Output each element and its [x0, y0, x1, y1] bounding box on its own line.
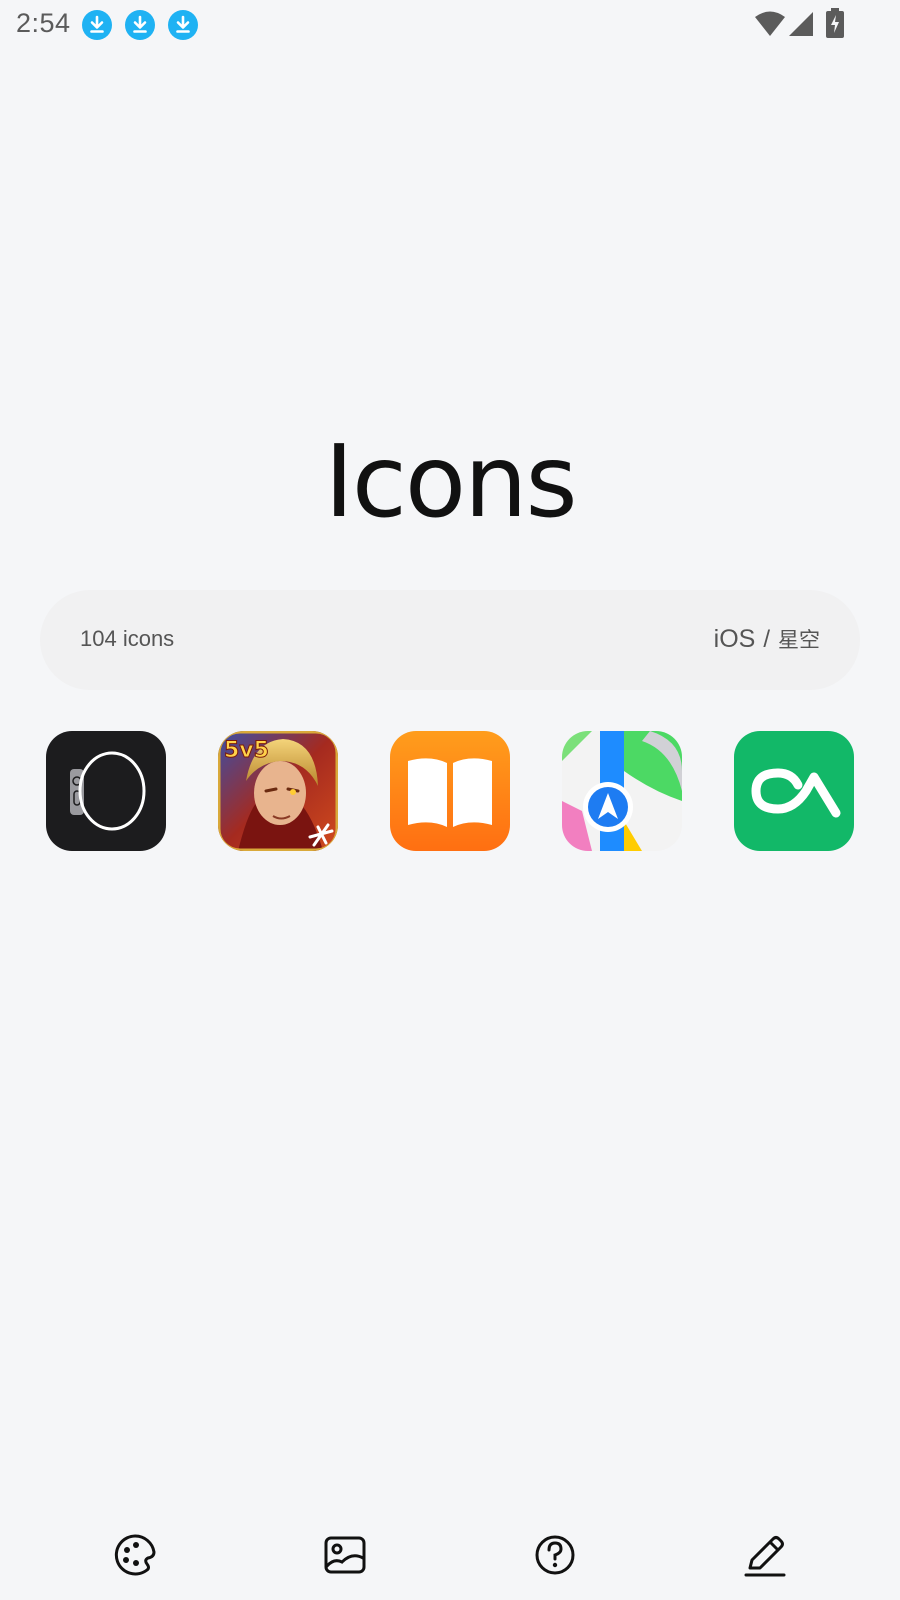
- download-icon: [168, 10, 198, 40]
- palette-button[interactable]: [110, 1530, 160, 1580]
- help-button[interactable]: [530, 1530, 580, 1580]
- watch-app-icon[interactable]: [46, 731, 166, 851]
- battery-charging-icon: [826, 8, 844, 43]
- cellular-signal-icon: [788, 10, 814, 43]
- bottom-navigation: [0, 1530, 900, 1580]
- honor-of-kings-app-icon[interactable]: 5v5: [218, 731, 338, 851]
- wallpaper-image-icon: [324, 1536, 366, 1574]
- download-icon: [82, 10, 112, 40]
- status-bar: 2:54: [0, 0, 900, 48]
- theme-info-bar[interactable]: 104 icons iOS / 星空: [40, 590, 860, 690]
- theme-platform: iOS: [713, 625, 756, 653]
- download-icon: [125, 10, 155, 40]
- maps-app-icon[interactable]: [562, 731, 682, 851]
- hok-badge-text: 5v5: [224, 738, 269, 763]
- green-ca-app-icon[interactable]: [734, 731, 854, 851]
- palette-icon: [114, 1534, 156, 1576]
- icons-wordmark: Icons: [324, 423, 577, 540]
- icons-screen: 2:54 Icons 104 icons iOS / 星空 5v5: [0, 0, 900, 1600]
- theme-label: iOS / 星空: [714, 624, 820, 654]
- help-question-icon: [535, 1535, 575, 1575]
- edit-button[interactable]: [740, 1530, 790, 1580]
- svg-text:Icons: Icons: [324, 428, 575, 528]
- edit-pencil-icon: [744, 1536, 786, 1577]
- page-title: Icons: [0, 423, 900, 540]
- wifi-icon: [754, 10, 786, 43]
- theme-name: 星空: [778, 628, 820, 652]
- books-app-icon[interactable]: [390, 731, 510, 851]
- wallpaper-button[interactable]: [320, 1530, 370, 1580]
- status-time: 2:54: [16, 8, 71, 38]
- icon-preview-row: 5v5: [0, 731, 900, 851]
- theme-separator: /: [763, 626, 770, 653]
- icon-count: 104 icons: [80, 626, 175, 651]
